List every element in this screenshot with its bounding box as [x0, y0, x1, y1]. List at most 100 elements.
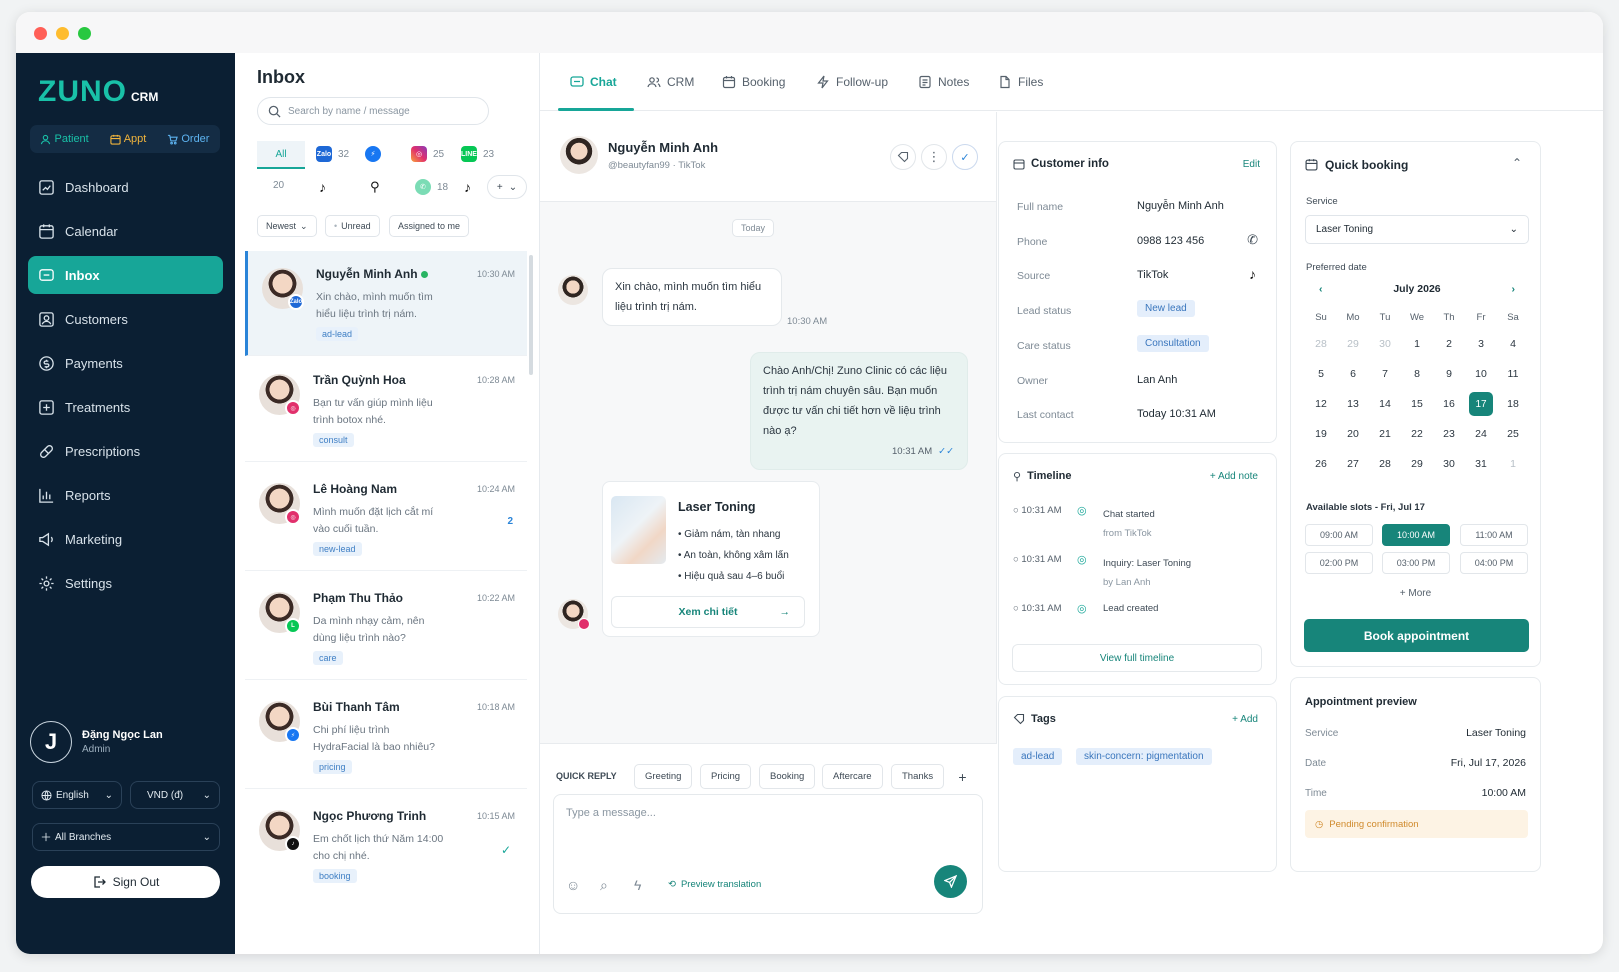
channel-zalo[interactable]: Zalo 32	[316, 146, 349, 162]
service-select[interactable]: Laser Toning ⌄	[1305, 215, 1529, 244]
send-button[interactable]	[934, 865, 967, 898]
conversation-item[interactable]: Zalo Nguyễn Minh Anh 10:30 AM Xin chào, …	[245, 251, 527, 356]
sign-out-button[interactable]: Sign Out	[31, 866, 220, 898]
resolve-button[interactable]: ✓	[952, 144, 978, 170]
nav-treatments[interactable]: Treatments	[28, 388, 223, 426]
channel-tiktok[interactable]: ♪	[319, 179, 326, 195]
more-slots-button[interactable]: + More	[1291, 588, 1540, 599]
conversation-tag: booking	[313, 869, 357, 883]
view-full-timeline-button[interactable]: View full timeline	[1012, 644, 1262, 672]
nav-settings[interactable]: Settings	[28, 564, 223, 602]
quick-patient-button[interactable]: Patient	[40, 133, 89, 145]
tab-booking[interactable]: Booking	[722, 75, 785, 89]
branch-select[interactable]: All Branches ⌄	[32, 823, 220, 851]
conversation-item[interactable]: ◎ Trần Quỳnh Hoa 10:28 AM Bạn tư vấn giúp…	[245, 357, 527, 462]
maximize-window-button[interactable]	[78, 27, 91, 40]
conversation-item[interactable]: ⚡ Bùi Thanh Tâm 10:18 AM Chi phí liệu trì…	[245, 684, 527, 789]
channel-messenger[interactable]: ⚡	[365, 146, 381, 162]
last-contact-value: Today 10:31 AM	[1137, 408, 1216, 420]
conversation-tag: consult	[313, 433, 354, 447]
phone-icon[interactable]: ✆	[1247, 232, 1258, 248]
channel-line[interactable]: LINE 23	[461, 146, 494, 162]
channel-all[interactable]: All	[257, 141, 305, 169]
month-header: ‹ July 2026 ›	[1319, 283, 1515, 295]
tab-follow-up[interactable]: Follow-up	[816, 75, 888, 89]
edit-customer-button[interactable]: Edit	[1243, 159, 1260, 170]
add-tag-button[interactable]: + Add	[1232, 714, 1258, 725]
quick-reply-pricing[interactable]: Pricing	[700, 764, 752, 789]
tiktok-icon: ♪	[285, 836, 301, 852]
care-status-badge[interactable]: Consultation	[1137, 335, 1209, 352]
inbox-panel: Inbox Search by name / message All Zalo 3…	[235, 53, 540, 954]
sort-newest-select[interactable]: Newest ⌄	[257, 215, 317, 237]
tab-crm[interactable]: CRM	[647, 75, 694, 89]
preview-translation-button[interactable]: ⟲ Preview translation	[668, 879, 761, 890]
filter-unread[interactable]: • Unread	[325, 215, 380, 237]
quick-reply-booking[interactable]: Booking	[759, 764, 816, 789]
current-user[interactable]: J Đặng Ngọc Lan Admin	[30, 721, 163, 763]
search-input[interactable]: Search by name / message	[257, 97, 489, 125]
quick-reply-thanks[interactable]: Thanks	[891, 764, 945, 789]
add-quick-reply-button[interactable]: +	[950, 764, 975, 789]
channel-webhook[interactable]: ⚲	[370, 179, 380, 195]
book-appointment-button[interactable]: Book appointment	[1304, 619, 1529, 652]
user-icon	[41, 134, 51, 144]
notes-icon	[919, 75, 931, 89]
nav-reports[interactable]: Reports	[28, 476, 223, 514]
quick-reply-greeting[interactable]: Greeting	[634, 764, 693, 789]
chevron-up-icon[interactable]: ⌃	[1512, 156, 1522, 170]
nav-prescriptions[interactable]: Prescriptions	[28, 432, 223, 470]
tab-chat[interactable]: Chat	[570, 75, 617, 89]
time-slot[interactable]: 02:00 PM	[1305, 552, 1373, 574]
emoji-icon[interactable]: ☺	[566, 877, 580, 893]
add-note-button[interactable]: + Add note	[1210, 471, 1258, 482]
scrollbar[interactable]	[529, 255, 533, 375]
attach-icon[interactable]: ⌕	[600, 877, 608, 894]
nav-calendar[interactable]: Calendar	[28, 212, 223, 250]
conversation-item[interactable]: L Phạm Thu Thảo 10:22 AM Da mình nhạy cảm…	[245, 575, 527, 680]
prev-month-button[interactable]: ‹	[1319, 283, 1323, 295]
message-input[interactable]: Type a message... ☺ ⌕ ϟ ⟲ Preview transla…	[553, 794, 983, 914]
lead-status-badge[interactable]: New lead	[1137, 300, 1195, 317]
tab-bar: Chat CRM Booking Follow-up Notes Files	[540, 53, 1603, 111]
tag-chip[interactable]: skin-concern: pigmentation	[1076, 748, 1212, 765]
close-window-button[interactable]	[34, 27, 47, 40]
quick-appt-button[interactable]: Appt	[110, 133, 146, 145]
lightning-icon[interactable]: ϟ	[634, 877, 641, 893]
tab-notes[interactable]: Notes	[918, 75, 969, 89]
next-month-button[interactable]: ›	[1511, 283, 1515, 295]
more-options-button[interactable]: ⋮	[921, 144, 947, 170]
time-slot[interactable]: 04:00 PM	[1460, 552, 1528, 574]
nav-customers[interactable]: Customers	[28, 300, 223, 338]
quick-reply-aftercare[interactable]: Aftercare	[822, 764, 883, 789]
nav-payments[interactable]: Payments	[28, 344, 223, 382]
nav-dashboard[interactable]: Dashboard	[28, 168, 223, 206]
quick-order-button[interactable]: Order	[167, 133, 209, 145]
channel-tiktok-2[interactable]: ♪	[464, 179, 471, 195]
quick-actions: Patient Appt Order	[30, 125, 220, 153]
conversation-item[interactable]: ♪ Ngọc Phương Trinh 10:15 AM Em chốt lịch…	[245, 793, 527, 898]
time-slot[interactable]: 11:00 AM	[1460, 524, 1528, 546]
currency-select[interactable]: VND (đ) ⌄	[130, 781, 220, 809]
channel-instagram[interactable]: ◎ 25	[411, 146, 444, 162]
chevron-down-icon: ⌄	[508, 181, 518, 193]
time-slot[interactable]: 09:00 AM	[1305, 524, 1373, 546]
language-select[interactable]: English ⌄	[32, 781, 122, 809]
conversation-item[interactable]: ◎ Lê Hoàng Nam 10:24 AM Mình muốn đặt lịc…	[245, 466, 527, 571]
channel-other[interactable]: 20	[273, 180, 284, 191]
add-channel-button[interactable]: + ⌄	[487, 175, 527, 199]
tab-files[interactable]: Files	[998, 75, 1043, 89]
tag-chip[interactable]: ad-lead	[1013, 748, 1063, 765]
view-details-button[interactable]: Xem chi tiết →	[611, 596, 805, 628]
time-slot[interactable]: 03:00 PM	[1382, 552, 1450, 574]
minimize-window-button[interactable]	[56, 27, 69, 40]
nav-inbox[interactable]: Inbox	[28, 256, 223, 294]
more-vertical-icon: ⋮	[927, 149, 941, 164]
nav-marketing[interactable]: Marketing	[28, 520, 223, 558]
arrow-right-icon: →	[779, 606, 791, 618]
channel-viber[interactable]: ✆ 18	[415, 179, 448, 195]
filter-assigned[interactable]: Assigned to me	[389, 215, 470, 237]
messenger-icon: ⚡	[365, 146, 381, 162]
tag-button[interactable]	[890, 144, 916, 170]
time-slot-selected[interactable]: 10:00 AM	[1382, 524, 1450, 546]
